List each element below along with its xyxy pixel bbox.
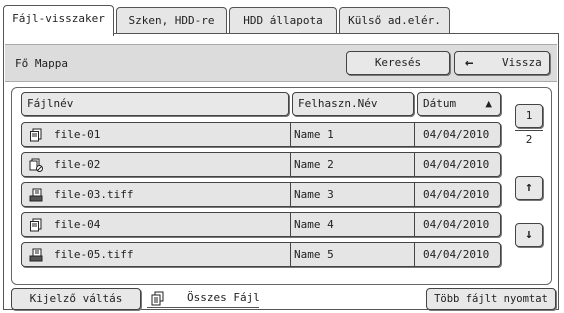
column-header-date[interactable]: Dátum ▲ bbox=[417, 92, 501, 116]
main-panel: Fő Mappa Keresés ← Vissza Fájlnév Felhas… bbox=[3, 33, 559, 310]
all-files-icon bbox=[151, 291, 164, 306]
scroll-up-button[interactable]: ↑ bbox=[515, 176, 543, 200]
all-files-underline bbox=[147, 307, 259, 308]
file-date: 04/04/2010 bbox=[414, 213, 489, 236]
file-date: 04/04/2010 bbox=[414, 123, 489, 146]
file-row[interactable]: file-05.tiff Name 5 04/04/2010 bbox=[21, 242, 501, 267]
display-switch-button[interactable]: Kijelző váltás bbox=[11, 288, 141, 310]
file-date: 04/04/2010 bbox=[414, 153, 489, 176]
header-label: Felhaszn.Név bbox=[298, 97, 378, 110]
copy-icon bbox=[30, 128, 42, 142]
copy-locked-icon bbox=[29, 158, 43, 172]
header-label: Dátum bbox=[423, 97, 457, 110]
file-name: file-05.tiff bbox=[54, 248, 134, 261]
file-user: Name 5 bbox=[290, 243, 334, 266]
folder-name: Fő Mappa bbox=[15, 57, 68, 70]
back-label: Vissza bbox=[502, 56, 542, 69]
tab-label: HDD állapota bbox=[243, 14, 323, 27]
file-user: Name 1 bbox=[290, 123, 334, 146]
file-list: Fájlnév Felhaszn.Név Dátum ▲ file-01 Nam… bbox=[11, 87, 552, 285]
tab-file-retrieve[interactable]: Fájl-visszaker bbox=[3, 5, 114, 36]
header-label: Fájlnév bbox=[27, 97, 74, 110]
file-user: Name 4 bbox=[290, 213, 334, 236]
column-header-filename[interactable]: Fájlnév bbox=[21, 92, 289, 116]
tab-external-access[interactable]: Külső ad.elér. bbox=[339, 7, 450, 33]
app-frame: Fájl-visszaker Szken, HDD-re HDD állapot… bbox=[3, 3, 559, 310]
tab-scan-to-hdd[interactable]: Szken, HDD-re bbox=[116, 7, 227, 33]
arrow-left-icon: ← bbox=[465, 55, 474, 71]
search-label: Keresés bbox=[374, 56, 422, 69]
scroll-down-button[interactable]: ↓ bbox=[515, 223, 543, 247]
footer-bar: Kijelző váltás Összes Fájl Több fájlt ny… bbox=[4, 288, 558, 310]
file-date: 04/04/2010 bbox=[414, 243, 489, 266]
batch-print-label: Több fájlt nyomtat bbox=[434, 293, 548, 305]
tab-label: Külső ad.elér. bbox=[348, 14, 441, 27]
file-row[interactable]: file-01 Name 1 04/04/2010 bbox=[21, 122, 501, 147]
arrow-up-icon: ↑ bbox=[525, 180, 533, 195]
file-row[interactable]: file-03.tiff Name 3 04/04/2010 bbox=[21, 182, 501, 207]
file-row[interactable]: file-04 Name 4 04/04/2010 bbox=[21, 212, 501, 237]
tab-label: Fájl-visszaker bbox=[12, 12, 105, 25]
folder-bar: Fő Mappa Keresés ← Vissza bbox=[5, 44, 557, 82]
scan-icon bbox=[29, 188, 43, 202]
all-files-label: Összes Fájl bbox=[187, 291, 260, 304]
file-name: file-01 bbox=[54, 128, 101, 141]
file-user: Name 3 bbox=[290, 183, 334, 206]
display-switch-label: Kijelző váltás bbox=[29, 292, 123, 305]
file-name: file-02 bbox=[54, 158, 101, 171]
page-number-button[interactable]: 1 bbox=[515, 104, 543, 128]
scan-icon bbox=[29, 248, 43, 262]
arrow-down-icon: ↓ bbox=[525, 227, 533, 242]
file-name: file-03.tiff bbox=[54, 188, 134, 201]
page-total: 2 bbox=[525, 133, 533, 146]
copy-icon bbox=[30, 218, 42, 232]
file-user: Name 2 bbox=[290, 153, 334, 176]
search-button[interactable]: Keresés bbox=[346, 51, 450, 75]
batch-print-button[interactable]: Több fájlt nyomtat bbox=[426, 288, 556, 310]
sort-ascending-icon: ▲ bbox=[485, 97, 492, 110]
file-row[interactable]: file-02 Name 2 04/04/2010 bbox=[21, 152, 501, 177]
tab-hdd-status[interactable]: HDD állapota bbox=[229, 7, 337, 33]
file-date: 04/04/2010 bbox=[414, 183, 489, 206]
back-button[interactable]: ← Vissza bbox=[454, 51, 550, 75]
page-divider bbox=[515, 130, 543, 131]
file-name: file-04 bbox=[54, 218, 101, 231]
tab-bar: Fájl-visszaker Szken, HDD-re HDD állapot… bbox=[3, 5, 559, 36]
page-current: 1 bbox=[525, 109, 533, 122]
column-header-user[interactable]: Felhaszn.Név bbox=[292, 92, 414, 116]
tab-label: Szken, HDD-re bbox=[128, 14, 215, 27]
